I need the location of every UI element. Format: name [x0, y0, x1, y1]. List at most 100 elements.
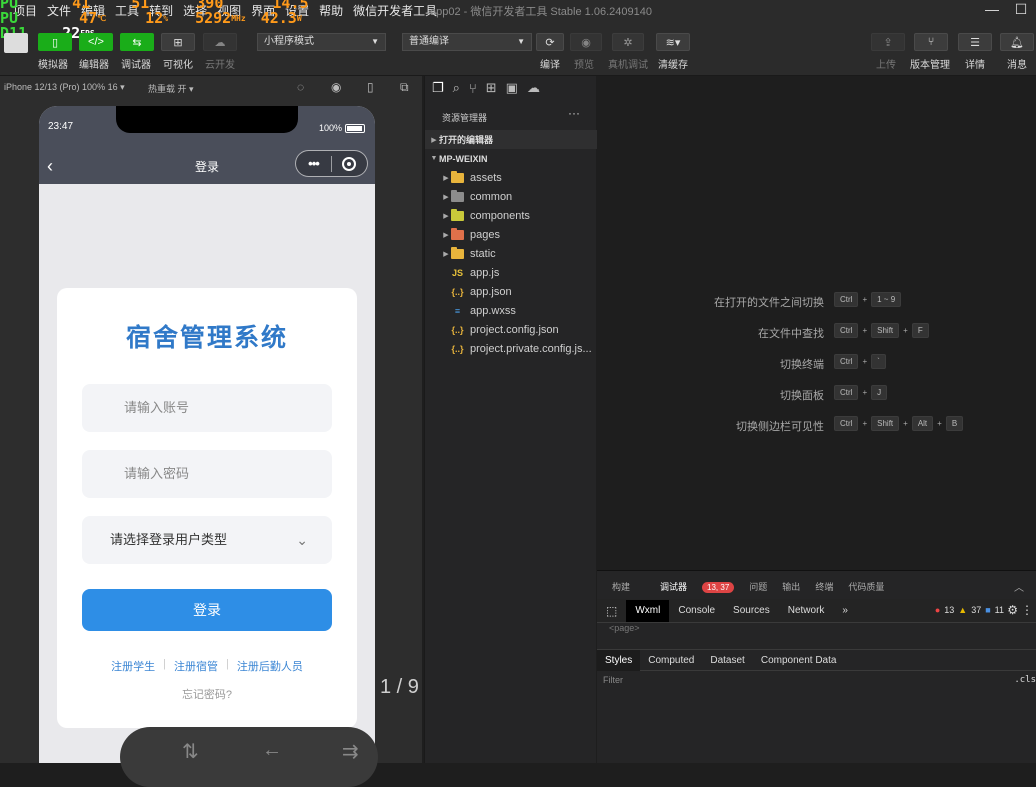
tree-file[interactable]: JS app.js: [425, 263, 597, 282]
issue-counts[interactable]: ● 13 ▲ 37 ■ 11: [935, 605, 1004, 615]
compile-button[interactable]: ⟳: [536, 33, 564, 51]
inspect-icon[interactable]: ⬚: [597, 600, 626, 622]
tree-file[interactable]: {..} project.private.config.js...: [425, 339, 597, 358]
messages-label: 消息: [1007, 60, 1027, 71]
hot-reload-select[interactable]: 热重载 开 ▾: [148, 82, 194, 95]
tab-console[interactable]: Console: [669, 600, 724, 622]
tab-debugger[interactable]: 调试器 13, 37: [645, 580, 735, 593]
gear-icon[interactable]: ⚙: [1007, 603, 1018, 617]
tree-file[interactable]: ≡ app.wxss: [425, 301, 597, 320]
device-select[interactable]: iPhone 12/13 (Pro) 100% 16 ▾: [4, 82, 125, 93]
tree-file[interactable]: {..} project.config.json: [425, 320, 597, 339]
user-type-value: 请选择登录用户类型: [110, 532, 228, 547]
record-icon[interactable]: ◉: [331, 80, 341, 94]
tree-folder[interactable]: ▶ components: [425, 206, 597, 225]
chevron-down-icon: ▼: [517, 37, 525, 46]
tab-network[interactable]: Network: [779, 600, 834, 622]
rotate-icon[interactable]: ◌: [297, 80, 304, 94]
minimize-button[interactable]: —: [977, 0, 1007, 20]
split-icon[interactable]: ⇅: [182, 739, 199, 764]
key-cap: 1 ~ 9: [871, 292, 902, 307]
menu-app-name[interactable]: 微信开发者工具: [348, 2, 442, 19]
remote-debug-button[interactable]: ✲: [612, 33, 644, 51]
register-student-link[interactable]: 注册学生: [103, 658, 163, 674]
shortcut-label: 切换侧边栏可见性: [736, 421, 824, 433]
more-icon[interactable]: •••: [296, 156, 331, 171]
layout-icon: ⊞: [173, 36, 183, 49]
tab-terminal[interactable]: 终端: [815, 580, 833, 593]
version-control-button[interactable]: ⑂: [914, 33, 948, 51]
source-control-icon[interactable]: ⑂: [469, 81, 477, 96]
tab-wxml[interactable]: Wxml: [626, 599, 670, 622]
upload-button[interactable]: ⇪: [871, 33, 905, 51]
tab-output[interactable]: 输出: [782, 580, 800, 593]
mode-select[interactable]: 小程序模式 ▼: [257, 33, 386, 51]
key-plus: +: [903, 326, 908, 335]
register-logistics-link[interactable]: 注册后勤人员: [229, 658, 311, 674]
tab-sources[interactable]: Sources: [724, 600, 779, 622]
files-icon[interactable]: ❐: [432, 80, 444, 96]
tree-folder[interactable]: ▶ common: [425, 187, 597, 206]
tree-item-label: assets: [470, 171, 502, 184]
tree-folder[interactable]: ▶ static: [425, 244, 597, 263]
tab-build[interactable]: 构建: [612, 580, 630, 593]
phone-icon: ▯: [51, 36, 59, 49]
maximize-button[interactable]: ☐: [1006, 0, 1036, 20]
tree-file[interactable]: {..} app.json: [425, 282, 597, 301]
account-input[interactable]: 请输入账号: [82, 384, 332, 432]
editor-toggle-button[interactable]: </>: [79, 33, 113, 51]
menu-help[interactable]: 帮助: [314, 2, 348, 19]
password-input[interactable]: 请输入密码: [82, 450, 332, 498]
tab-styles[interactable]: Styles: [597, 649, 641, 671]
kebab-menu-icon[interactable]: ⋮: [1021, 603, 1033, 617]
tab-component-data[interactable]: Component Data: [753, 650, 845, 671]
visual-label: 可视化: [163, 60, 193, 71]
bug-icon: ✲: [623, 36, 633, 49]
more-icon[interactable]: ···: [568, 106, 580, 120]
project-root[interactable]: ▼ MP-WEIXIN: [425, 149, 597, 168]
forgot-password-link[interactable]: 忘记密码?: [57, 686, 357, 702]
popout-icon[interactable]: ⧉: [400, 80, 409, 95]
details-button[interactable]: ☰: [958, 33, 992, 51]
compile-select[interactable]: 普通编译 ▼: [402, 33, 532, 51]
activity-bar: ❐ ⌕ ⑂ ⊞ ▣ ☁: [425, 76, 597, 100]
close-miniprogram-icon[interactable]: [332, 156, 367, 171]
clear-cache-button[interactable]: ≋▾: [656, 33, 690, 51]
wxml-tree-node[interactable]: <page>: [609, 623, 640, 633]
cloud-icon[interactable]: ☁: [527, 80, 540, 96]
open-editors-section[interactable]: ▶ 打开的编辑器: [425, 130, 597, 149]
debugger-toggle-button[interactable]: ⇆: [120, 33, 154, 51]
visual-toggle-button[interactable]: ⊞: [161, 33, 195, 51]
tab-computed[interactable]: Computed: [640, 650, 702, 671]
phone-icon[interactable]: ▯: [367, 80, 374, 94]
avatar[interactable]: [4, 33, 28, 53]
chevron-down-icon: ⌄: [296, 532, 308, 548]
register-dorm-manager-link[interactable]: 注册宿管: [166, 658, 226, 674]
search-icon[interactable]: ⌕: [453, 80, 460, 96]
extensions-icon[interactable]: ⊞: [486, 80, 497, 96]
tree-folder[interactable]: ▶ pages: [425, 225, 597, 244]
back-arrow-icon[interactable]: ←: [262, 739, 282, 762]
tree-folder[interactable]: ▶ assets: [425, 168, 597, 187]
forward-icon[interactable]: ⇉: [342, 739, 359, 764]
mode-select-value: 小程序模式: [264, 36, 314, 47]
login-button[interactable]: 登录: [82, 589, 332, 631]
cls-toggle[interactable]: .cls: [1014, 675, 1036, 685]
menu-capsule: •••: [295, 150, 368, 177]
shortcut-keys: Ctrl + `: [834, 354, 886, 369]
debug-panel-icon[interactable]: ▣: [506, 80, 518, 96]
user-type-select[interactable]: 请选择登录用户类型 ⌄: [82, 516, 332, 564]
tab-dataset[interactable]: Dataset: [702, 650, 752, 671]
more-tabs-icon[interactable]: »: [833, 600, 857, 622]
upload-icon: ⇪: [883, 36, 893, 49]
tree-item-label: components: [470, 209, 530, 222]
chevron-up-icon[interactable]: ︿: [1014, 579, 1024, 594]
tab-code-quality[interactable]: 代码质量: [848, 580, 884, 593]
simulator-toggle-button[interactable]: ▯: [38, 33, 72, 51]
tab-problems[interactable]: 问题: [749, 580, 767, 593]
chevron-right-icon: ▶: [443, 212, 449, 220]
cloud-dev-button[interactable]: ☁: [203, 33, 237, 51]
preview-button[interactable]: ◉: [570, 33, 602, 51]
styles-filter-input[interactable]: Filter: [603, 675, 623, 685]
messages-button[interactable]: 🔔︎: [1000, 33, 1034, 51]
